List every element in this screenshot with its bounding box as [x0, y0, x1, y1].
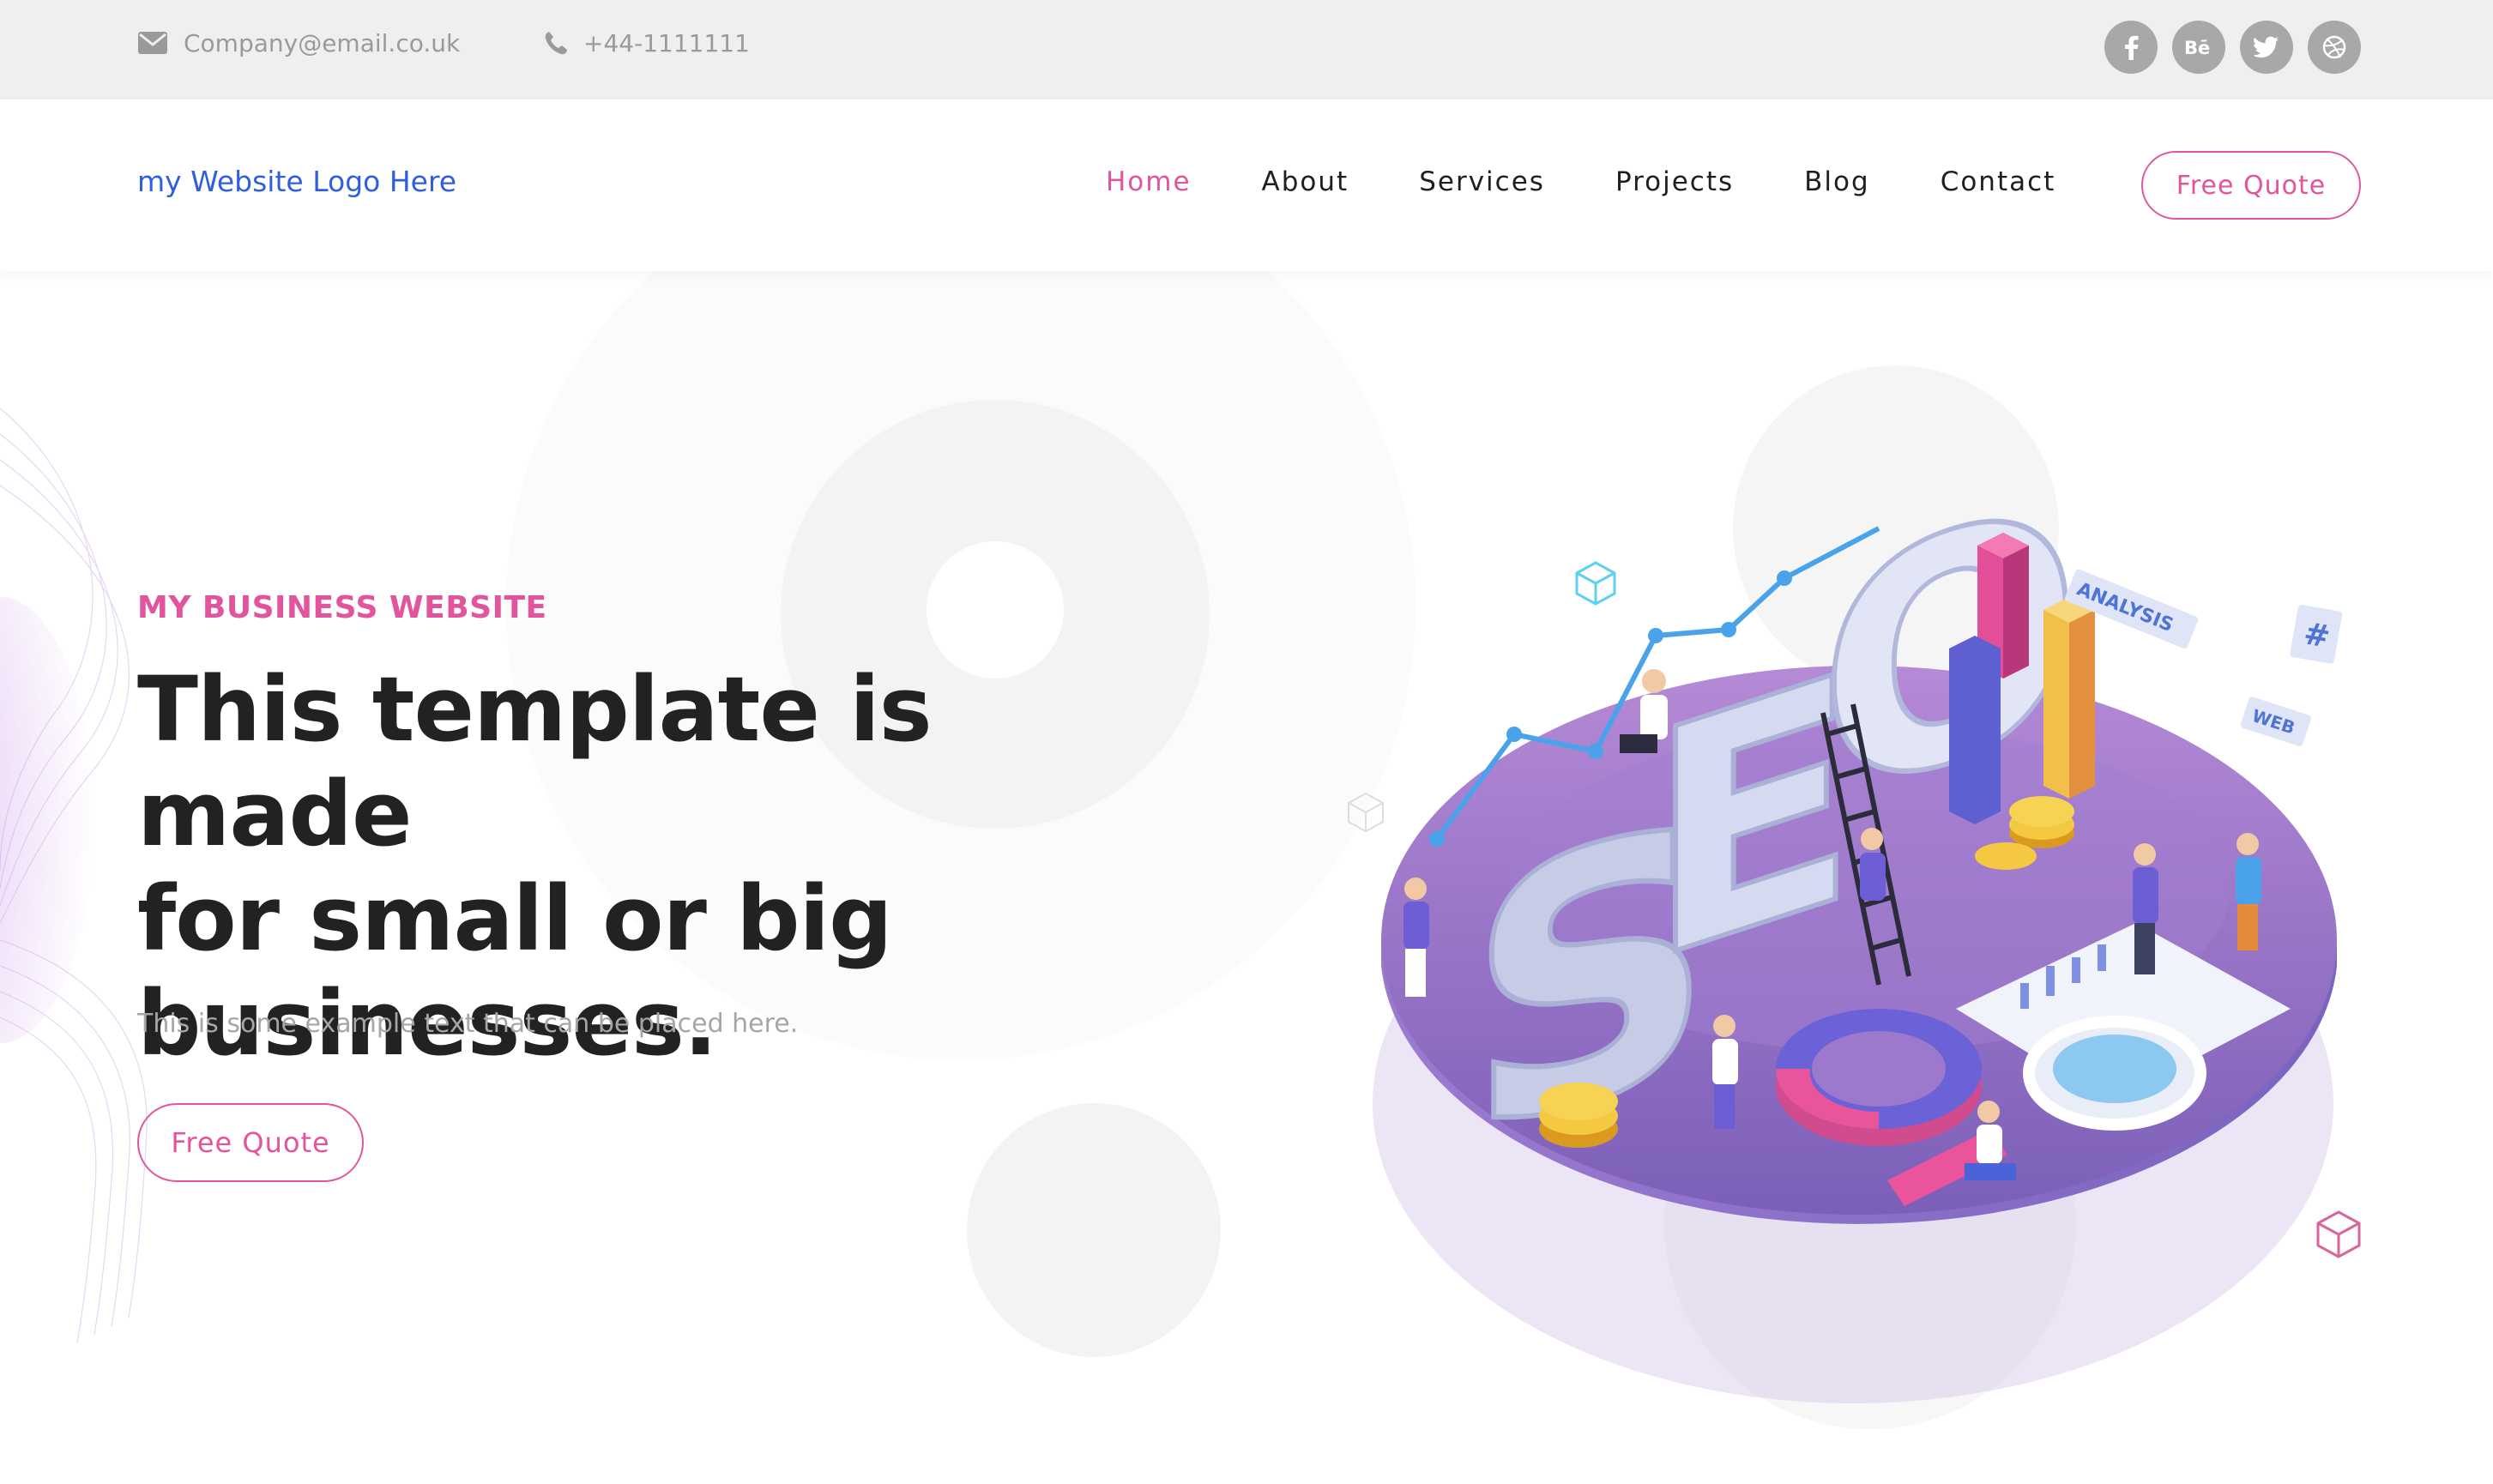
- top-bar: Company@email.co.uk +44-1111111 Bē: [0, 0, 2493, 100]
- dribbble-link[interactable]: [2308, 21, 2361, 74]
- svg-text:Bē: Bē: [2184, 38, 2210, 57]
- web-tag: WEB: [2240, 697, 2311, 746]
- phone-text: +44-1111111: [583, 28, 750, 57]
- cube-icon: [2316, 1210, 2361, 1258]
- hero-headline-line-2: for small or big: [137, 866, 893, 971]
- hero-section: MY BUSINESS WEBSITE This template is mad…: [0, 271, 2493, 1484]
- twitter-icon: [2254, 36, 2279, 58]
- nav-blog[interactable]: Blog: [1804, 166, 1870, 197]
- free-quote-nav-button[interactable]: Free Quote: [2141, 151, 2361, 220]
- nav-home[interactable]: Home: [1106, 166, 1192, 197]
- seo-illustration: S E O ANALYSIS WEB #: [1348, 427, 2361, 1403]
- behance-icon: Bē: [2184, 38, 2210, 57]
- dribbble-icon: [2322, 35, 2346, 59]
- hero-headline-line-1: This template is made: [137, 657, 933, 866]
- donut-chart: [1776, 1009, 1982, 1146]
- main-navbar: my Website Logo Here Home About Services…: [0, 100, 2493, 271]
- cube-icon: [1348, 792, 1384, 833]
- hero-subtext: This is some example text that can be pl…: [137, 1009, 799, 1039]
- contact-email[interactable]: Company@email.co.uk: [137, 26, 460, 60]
- facebook-link[interactable]: [2104, 21, 2158, 74]
- nav-services[interactable]: Services: [1419, 166, 1545, 197]
- nav-projects[interactable]: Projects: [1615, 166, 1734, 197]
- magnifier: [2023, 1016, 2206, 1131]
- free-quote-hero-button[interactable]: Free Quote: [137, 1103, 364, 1182]
- behance-link[interactable]: Bē: [2172, 21, 2225, 74]
- facebook-icon: [2125, 35, 2139, 60]
- hero-kicker: MY BUSINESS WEBSITE: [137, 590, 547, 625]
- social-links: Bē: [2104, 21, 2361, 74]
- phone-icon: [545, 32, 567, 55]
- nav-contact[interactable]: Contact: [1941, 166, 2056, 197]
- envelope-icon: [138, 32, 167, 54]
- email-text: Company@email.co.uk: [184, 28, 461, 57]
- person-figure: [1860, 828, 1886, 901]
- site-logo[interactable]: my Website Logo Here: [137, 165, 456, 198]
- nav-about[interactable]: About: [1262, 166, 1349, 197]
- main-nav: Home About Services Projects Blog Contac…: [1106, 166, 2055, 197]
- cube-icon: [1575, 561, 1616, 606]
- contact-phone[interactable]: +44-1111111: [544, 26, 750, 60]
- twitter-link[interactable]: [2240, 21, 2293, 74]
- hashtag-tag: #: [2290, 604, 2343, 664]
